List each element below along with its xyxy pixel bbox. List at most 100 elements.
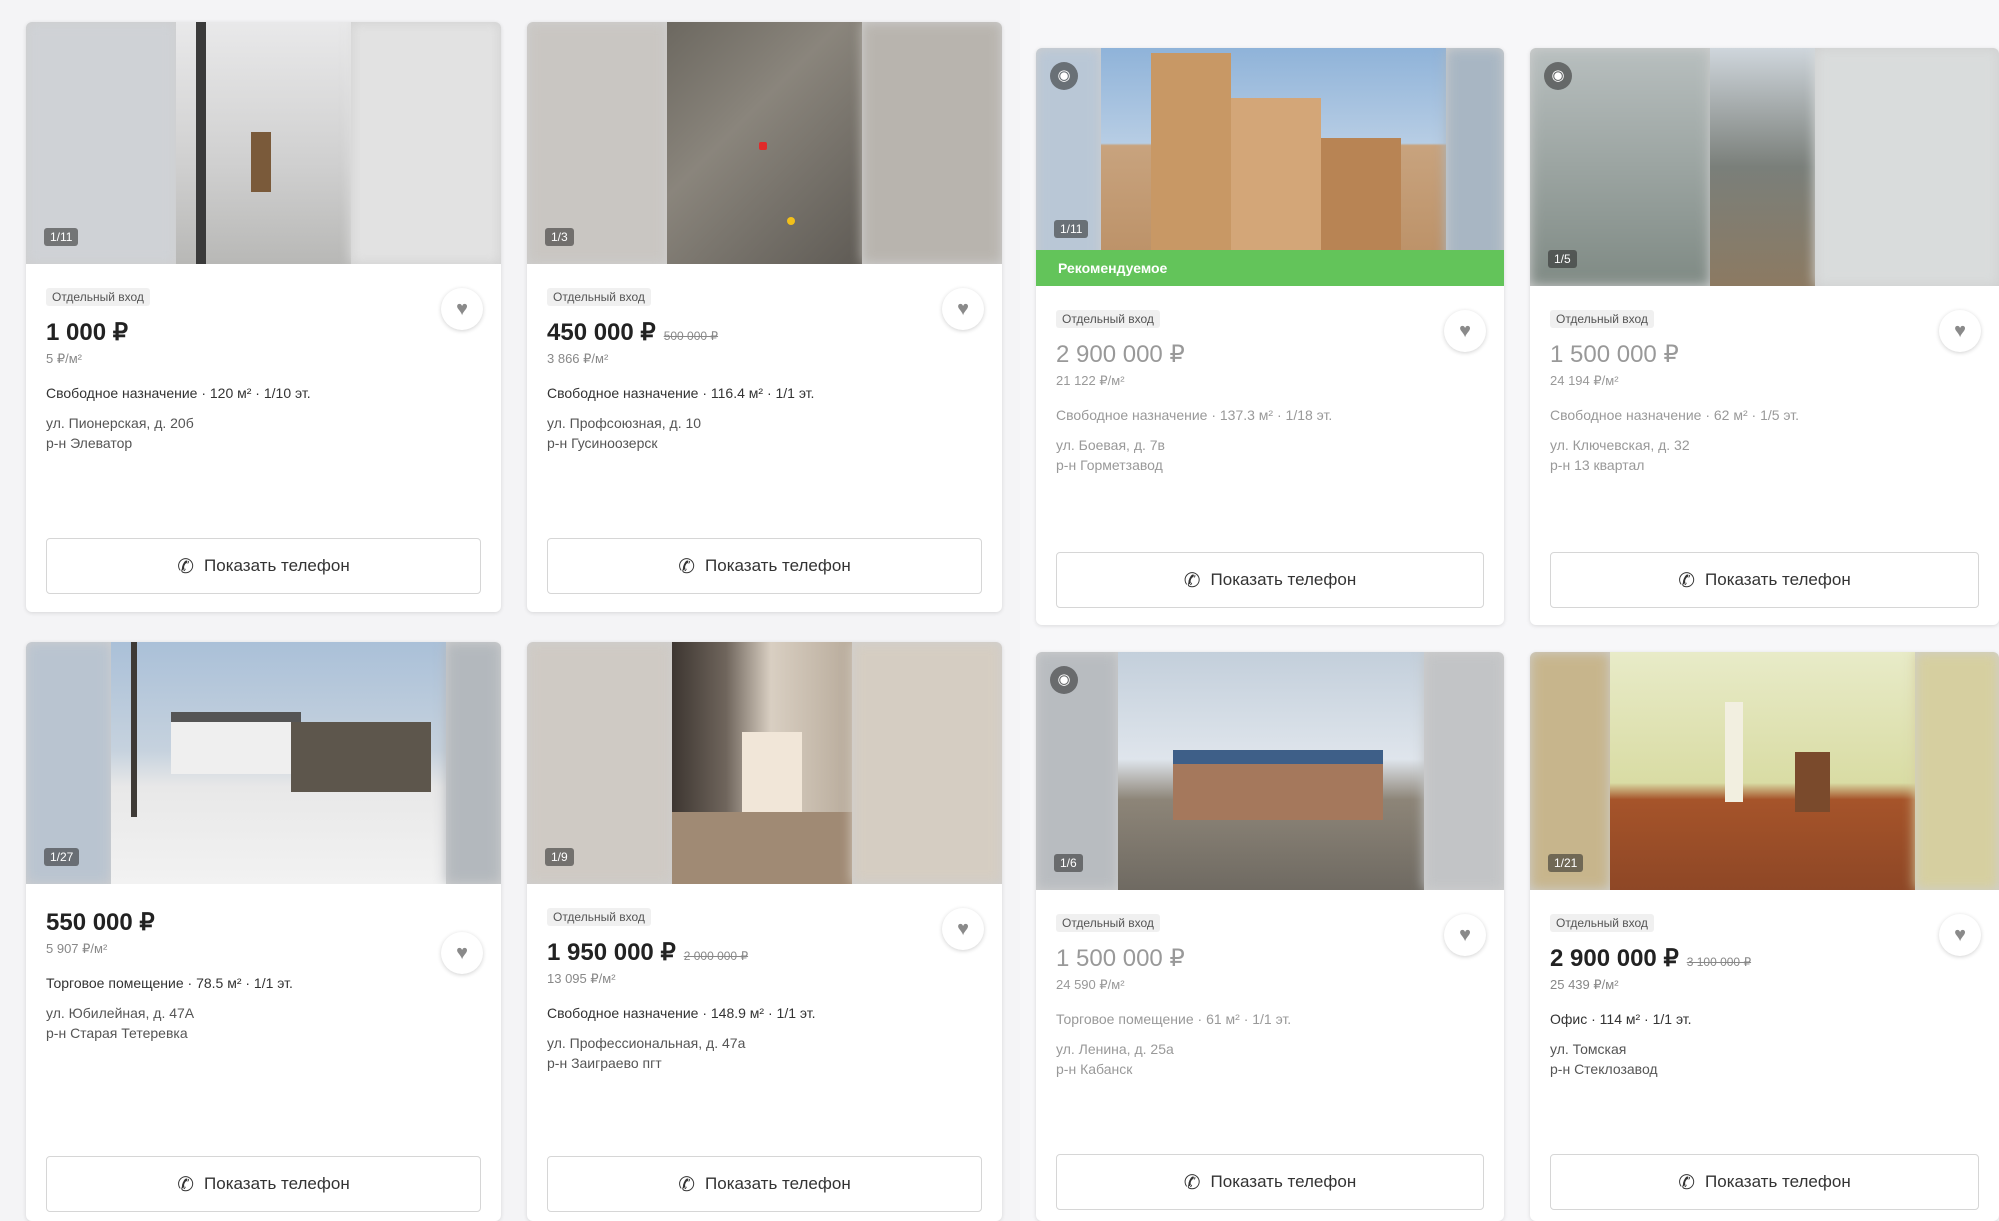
price: 1 500 000 ₽ xyxy=(1056,945,1185,972)
listing-specs: Свободное назначение · 62 м² · 1/5 эт. xyxy=(1550,407,1800,423)
favorite-heart-icon[interactable]: ♥ xyxy=(942,908,984,950)
price-per-m2: 5 ₽/м² xyxy=(46,351,82,366)
favorite-heart-icon[interactable]: ♥ xyxy=(441,932,483,974)
listing-card[interactable]: ◉ 1/6 Отдельный вход ♥ 1 500 000 ₽ 24 59… xyxy=(1036,652,1504,1221)
district: р-н Старая Тетеревка xyxy=(46,1025,188,1041)
address: ул. Ленина, д. 25а р-н Кабанск xyxy=(1056,1039,1484,1079)
price: 2 900 000 ₽ xyxy=(1056,341,1185,368)
phone-icon: ✆ xyxy=(1183,569,1201,592)
show-phone-label: Показать телефон xyxy=(1705,570,1851,589)
tag-separate-entrance: Отдельный вход xyxy=(547,288,651,306)
address: ул. Пионерская, д. 20б р-н Элеватор xyxy=(46,413,481,453)
listing-photo[interactable]: ◉ 1/11 Рекомендуемое xyxy=(1036,48,1504,286)
street: ул. Юбилейная, д. 47А xyxy=(46,1005,195,1021)
favorite-heart-icon[interactable]: ♥ xyxy=(441,288,483,330)
price-per-m2: 5 907 ₽/м² xyxy=(46,941,108,956)
price-per-m2: 24 590 ₽/м² xyxy=(1056,977,1125,992)
listing-photo[interactable]: 1/3 xyxy=(527,22,1002,264)
old-price: 3 100 000 ₽ xyxy=(1686,955,1752,969)
listing-specs: Свободное назначение · 137.3 м² · 1/18 э… xyxy=(1056,407,1333,423)
price-per-m2: 24 194 ₽/м² xyxy=(1550,373,1619,388)
recommended-label: Рекомендуемое xyxy=(1058,260,1168,276)
district: р-н Заиграево пгт xyxy=(547,1055,662,1071)
favorite-heart-icon[interactable]: ♥ xyxy=(1939,310,1981,352)
listing-card[interactable]: 1/3 Отдельный вход ♥ 450 000 ₽ 500 000 ₽… xyxy=(527,22,1002,612)
tag-separate-entrance: Отдельный вход xyxy=(1056,914,1160,932)
favorite-heart-icon[interactable]: ♥ xyxy=(1444,310,1486,352)
eye-icon: ◉ xyxy=(1050,666,1078,694)
show-phone-button[interactable]: ✆ Показать телефон xyxy=(547,1156,982,1212)
district: р-н Горметзавод xyxy=(1056,457,1163,473)
price-per-m2: 13 095 ₽/м² xyxy=(547,971,616,986)
listing-specs: Офис · 114 м² · 1/1 эт. xyxy=(1550,1011,1692,1027)
street: ул. Томская xyxy=(1550,1041,1627,1057)
listing-card[interactable]: ◉ 1/5 Отдельный вход ♥ 1 500 000 ₽ 24 19… xyxy=(1530,48,1999,625)
listing-card[interactable]: 1/9 Отдельный вход ♥ 1 950 000 ₽ 2 000 0… xyxy=(527,642,1002,1221)
show-phone-label: Показать телефон xyxy=(1210,570,1357,589)
show-phone-button[interactable]: ✆ Показать телефон xyxy=(46,538,481,594)
price-per-m2: 3 866 ₽/м² xyxy=(547,351,609,366)
favorite-heart-icon[interactable]: ♥ xyxy=(1939,914,1981,956)
listing-specs: Торговое помещение · 61 м² · 1/1 эт. xyxy=(1056,1011,1292,1027)
street: ул. Ключевская, д. 32 xyxy=(1550,437,1690,453)
photo-counter: 1/11 xyxy=(44,228,79,246)
photo-counter: 1/5 xyxy=(1548,250,1577,268)
phone-icon: ✆ xyxy=(177,1173,195,1196)
price: 450 000 ₽ xyxy=(547,319,656,346)
listing-specs: Свободное назначение · 120 м² · 1/10 эт. xyxy=(46,385,311,401)
show-phone-button[interactable]: ✆ Показать телефон xyxy=(1550,1154,1979,1210)
show-phone-button[interactable]: ✆ Показать телефон xyxy=(547,538,982,594)
address: ул. Томская р-н Стеклозавод xyxy=(1550,1039,1979,1079)
listing-panel-left: 1/11 Отдельный вход ♥ 1 000 ₽ 5 ₽/м² Сво… xyxy=(0,0,1020,1221)
favorite-heart-icon[interactable]: ♥ xyxy=(1444,914,1486,956)
listing-photo[interactable]: 1/21 xyxy=(1530,652,1999,890)
tag-separate-entrance: Отдельный вход xyxy=(1056,310,1160,328)
listing-card[interactable]: 1/21 Отдельный вход ♥ 2 900 000 ₽ 3 100 … xyxy=(1530,652,1999,1221)
listing-specs: Торговое помещение · 78.5 м² · 1/1 эт. xyxy=(46,975,293,991)
listing-specs: Свободное назначение · 148.9 м² · 1/1 эт… xyxy=(547,1005,816,1021)
tag-separate-entrance: Отдельный вход xyxy=(547,908,651,926)
recommended-banner: Рекомендуемое xyxy=(1036,250,1504,286)
show-phone-label: Показать телефон xyxy=(204,556,350,575)
listing-photo[interactable]: ◉ 1/6 xyxy=(1036,652,1504,890)
show-phone-button[interactable]: ✆ Показать телефон xyxy=(1056,1154,1484,1210)
eye-icon: ◉ xyxy=(1544,62,1572,90)
price: 1 500 000 ₽ xyxy=(1550,341,1679,368)
street: ул. Боевая, д. 7в xyxy=(1056,437,1165,453)
listing-photo[interactable]: 1/27 xyxy=(26,642,501,884)
address: ул. Профсоюзная, д. 10 р-н Гусиноозерск xyxy=(547,413,982,453)
eye-icon: ◉ xyxy=(1050,62,1078,90)
favorite-heart-icon[interactable]: ♥ xyxy=(942,288,984,330)
listing-specs: Свободное назначение · 116.4 м² · 1/1 эт… xyxy=(547,385,815,401)
district: р-н Гусиноозерск xyxy=(547,435,658,451)
address: ул. Боевая, д. 7в р-н Горметзавод xyxy=(1056,435,1484,475)
address: ул. Профессиональная, д. 47а р-н Заиграе… xyxy=(547,1033,982,1073)
show-phone-button[interactable]: ✆ Показать телефон xyxy=(1550,552,1979,608)
listing-card[interactable]: ◉ 1/11 Рекомендуемое Отдельный вход ♥ 2 … xyxy=(1036,48,1504,625)
old-price: 2 000 000 ₽ xyxy=(683,949,749,963)
listing-photo[interactable]: 1/9 xyxy=(527,642,1002,884)
price-per-m2: 21 122 ₽/м² xyxy=(1056,373,1125,388)
listing-card[interactable]: 1/11 Отдельный вход ♥ 1 000 ₽ 5 ₽/м² Сво… xyxy=(26,22,501,612)
listing-card[interactable]: 1/27 ♥ 550 000 ₽ 5 907 ₽/м² Торговое пом… xyxy=(26,642,501,1221)
show-phone-button[interactable]: ✆ Показать телефон xyxy=(1056,552,1484,608)
phone-icon: ✆ xyxy=(1678,569,1696,592)
listing-photo[interactable]: ◉ 1/5 xyxy=(1530,48,1999,286)
price: 550 000 ₽ xyxy=(46,909,155,936)
district: р-н 13 квартал xyxy=(1550,457,1645,473)
listing-panel-right: ◉ 1/11 Рекомендуемое Отдельный вход ♥ 2 … xyxy=(1020,0,1999,1221)
show-phone-button[interactable]: ✆ Показать телефон xyxy=(46,1156,481,1212)
show-phone-label: Показать телефон xyxy=(204,1174,350,1193)
photo-counter: 1/6 xyxy=(1054,854,1083,872)
phone-icon: ✆ xyxy=(1183,1171,1201,1194)
price: 1 950 000 ₽ xyxy=(547,939,676,966)
phone-icon: ✆ xyxy=(678,555,696,578)
price-per-m2: 25 439 ₽/м² xyxy=(1550,977,1619,992)
district: р-н Стеклозавод xyxy=(1550,1061,1658,1077)
phone-icon: ✆ xyxy=(1678,1171,1696,1194)
address: ул. Юбилейная, д. 47А р-н Старая Тетерев… xyxy=(46,1003,481,1043)
tag-separate-entrance: Отдельный вход xyxy=(1550,310,1654,328)
tag-separate-entrance: Отдельный вход xyxy=(1550,914,1654,932)
show-phone-label: Показать телефон xyxy=(705,556,851,575)
listing-photo[interactable]: 1/11 xyxy=(26,22,501,264)
